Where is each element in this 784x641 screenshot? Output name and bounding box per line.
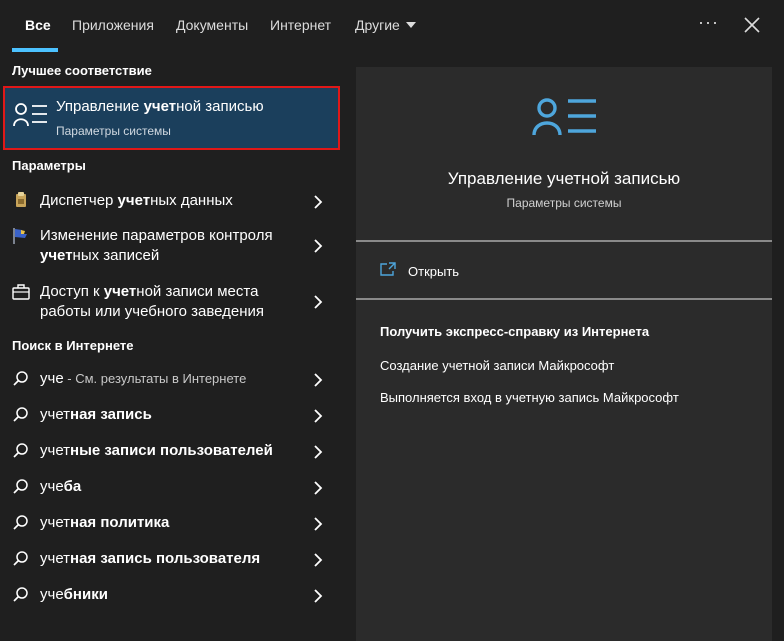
chevron-right-icon xyxy=(314,589,323,603)
close-icon[interactable] xyxy=(740,13,764,37)
web-suggestion-item[interactable]: учетные записи пользователей xyxy=(0,437,344,467)
web-suggestion-label: учебники xyxy=(40,586,108,603)
web-suggestion-item[interactable]: учебники xyxy=(0,581,344,611)
chevron-right-icon xyxy=(314,239,323,253)
settings-heading: Параметры xyxy=(12,158,86,173)
best-match-heading: Лучшее соответствие xyxy=(12,63,152,78)
tab-all[interactable]: Все xyxy=(25,17,51,33)
preview-subtitle: Параметры системы xyxy=(506,196,622,210)
web-suggestion-label: уче - См. результаты в Интернете xyxy=(40,370,247,387)
web-suggestion-label: учетная политика xyxy=(40,514,170,531)
uac-flag-icon xyxy=(13,228,27,244)
more-options-button[interactable]: ··· xyxy=(698,12,719,33)
chevron-right-icon xyxy=(314,409,323,423)
web-help-heading: Получить экспресс-справку из Интернета xyxy=(380,324,650,339)
web-suggestion-label: учеба xyxy=(40,478,82,495)
briefcase-icon xyxy=(12,284,30,300)
chevron-right-icon xyxy=(314,445,323,459)
web-suggestion-label: учетная запись пользователя xyxy=(40,550,261,567)
account-list-icon xyxy=(532,98,596,136)
tab-apps[interactable]: Приложения xyxy=(72,17,154,33)
chevron-right-icon xyxy=(314,481,323,495)
help-link[interactable]: Выполняется вход в учетную запись Майкро… xyxy=(380,390,679,405)
account-list-icon xyxy=(13,103,47,127)
chevron-right-icon xyxy=(314,553,323,567)
open-action[interactable]: Открыть xyxy=(408,264,459,279)
web-suggestion-label: учетная запись xyxy=(40,406,152,423)
best-match-item[interactable]: Управление учетной записью Параметры сис… xyxy=(3,86,340,150)
chevron-right-icon xyxy=(314,295,323,309)
search-icon xyxy=(13,551,28,566)
search-icon xyxy=(13,479,28,494)
search-icon xyxy=(13,443,28,458)
settings-item-label: Доступ к учетной записи места работы или … xyxy=(40,283,265,320)
search-icon xyxy=(13,587,28,602)
preview-title: Управление учетной записью xyxy=(447,169,681,188)
search-tabs-bar: Все Приложения Документы Интернет Другие… xyxy=(0,0,784,53)
divider xyxy=(356,240,772,242)
web-suggestion-item[interactable]: учетная политика xyxy=(0,509,344,539)
preview-pane: Управление учетной записью Параметры сис… xyxy=(356,67,772,641)
tab-more-filters[interactable]: Другие xyxy=(355,17,416,33)
chevron-right-icon xyxy=(314,517,323,531)
search-icon xyxy=(13,407,28,422)
web-suggestion-item[interactable]: учеба xyxy=(0,473,344,503)
results-pane: Лучшее соответствие Управление учетной з… xyxy=(0,53,344,641)
web-suggestion-label: учетные записи пользователей xyxy=(40,442,273,459)
best-match-title: Управление учетной записью xyxy=(56,98,264,115)
chevron-right-icon xyxy=(314,373,323,387)
tab-web[interactable]: Интернет xyxy=(270,17,331,33)
web-search-heading: Поиск в Интернете xyxy=(12,338,134,353)
settings-item-work-access[interactable]: Доступ к учетной записи места работы или … xyxy=(0,278,344,322)
divider xyxy=(356,298,772,300)
search-icon xyxy=(13,371,28,386)
tab-more-filters-label: Другие xyxy=(355,17,400,33)
best-match-subtitle: Параметры системы xyxy=(56,124,171,138)
open-icon xyxy=(380,262,396,276)
settings-item-uac[interactable]: Изменение параметров контроля учетных зап… xyxy=(0,223,344,267)
search-icon xyxy=(13,515,28,530)
web-suggestion-item[interactable]: учетная запись пользователя xyxy=(0,545,344,575)
tab-documents[interactable]: Документы xyxy=(176,17,248,33)
chevron-right-icon xyxy=(314,195,323,209)
active-tab-indicator xyxy=(12,48,58,52)
web-suggestion-item[interactable]: учетная запись xyxy=(0,401,344,431)
settings-item-label: Диспетчер учетных данных xyxy=(40,192,233,209)
credential-manager-icon xyxy=(16,192,26,207)
settings-item-credential-manager[interactable]: Диспетчер учетных данных xyxy=(0,187,344,217)
settings-item-label: Изменение параметров контроля учетных зап… xyxy=(40,227,273,264)
chevron-down-icon xyxy=(405,22,416,28)
web-suggestion-item[interactable]: уче - См. результаты в Интернете xyxy=(0,365,344,395)
help-link[interactable]: Создание учетной записи Майкрософт xyxy=(380,358,614,373)
